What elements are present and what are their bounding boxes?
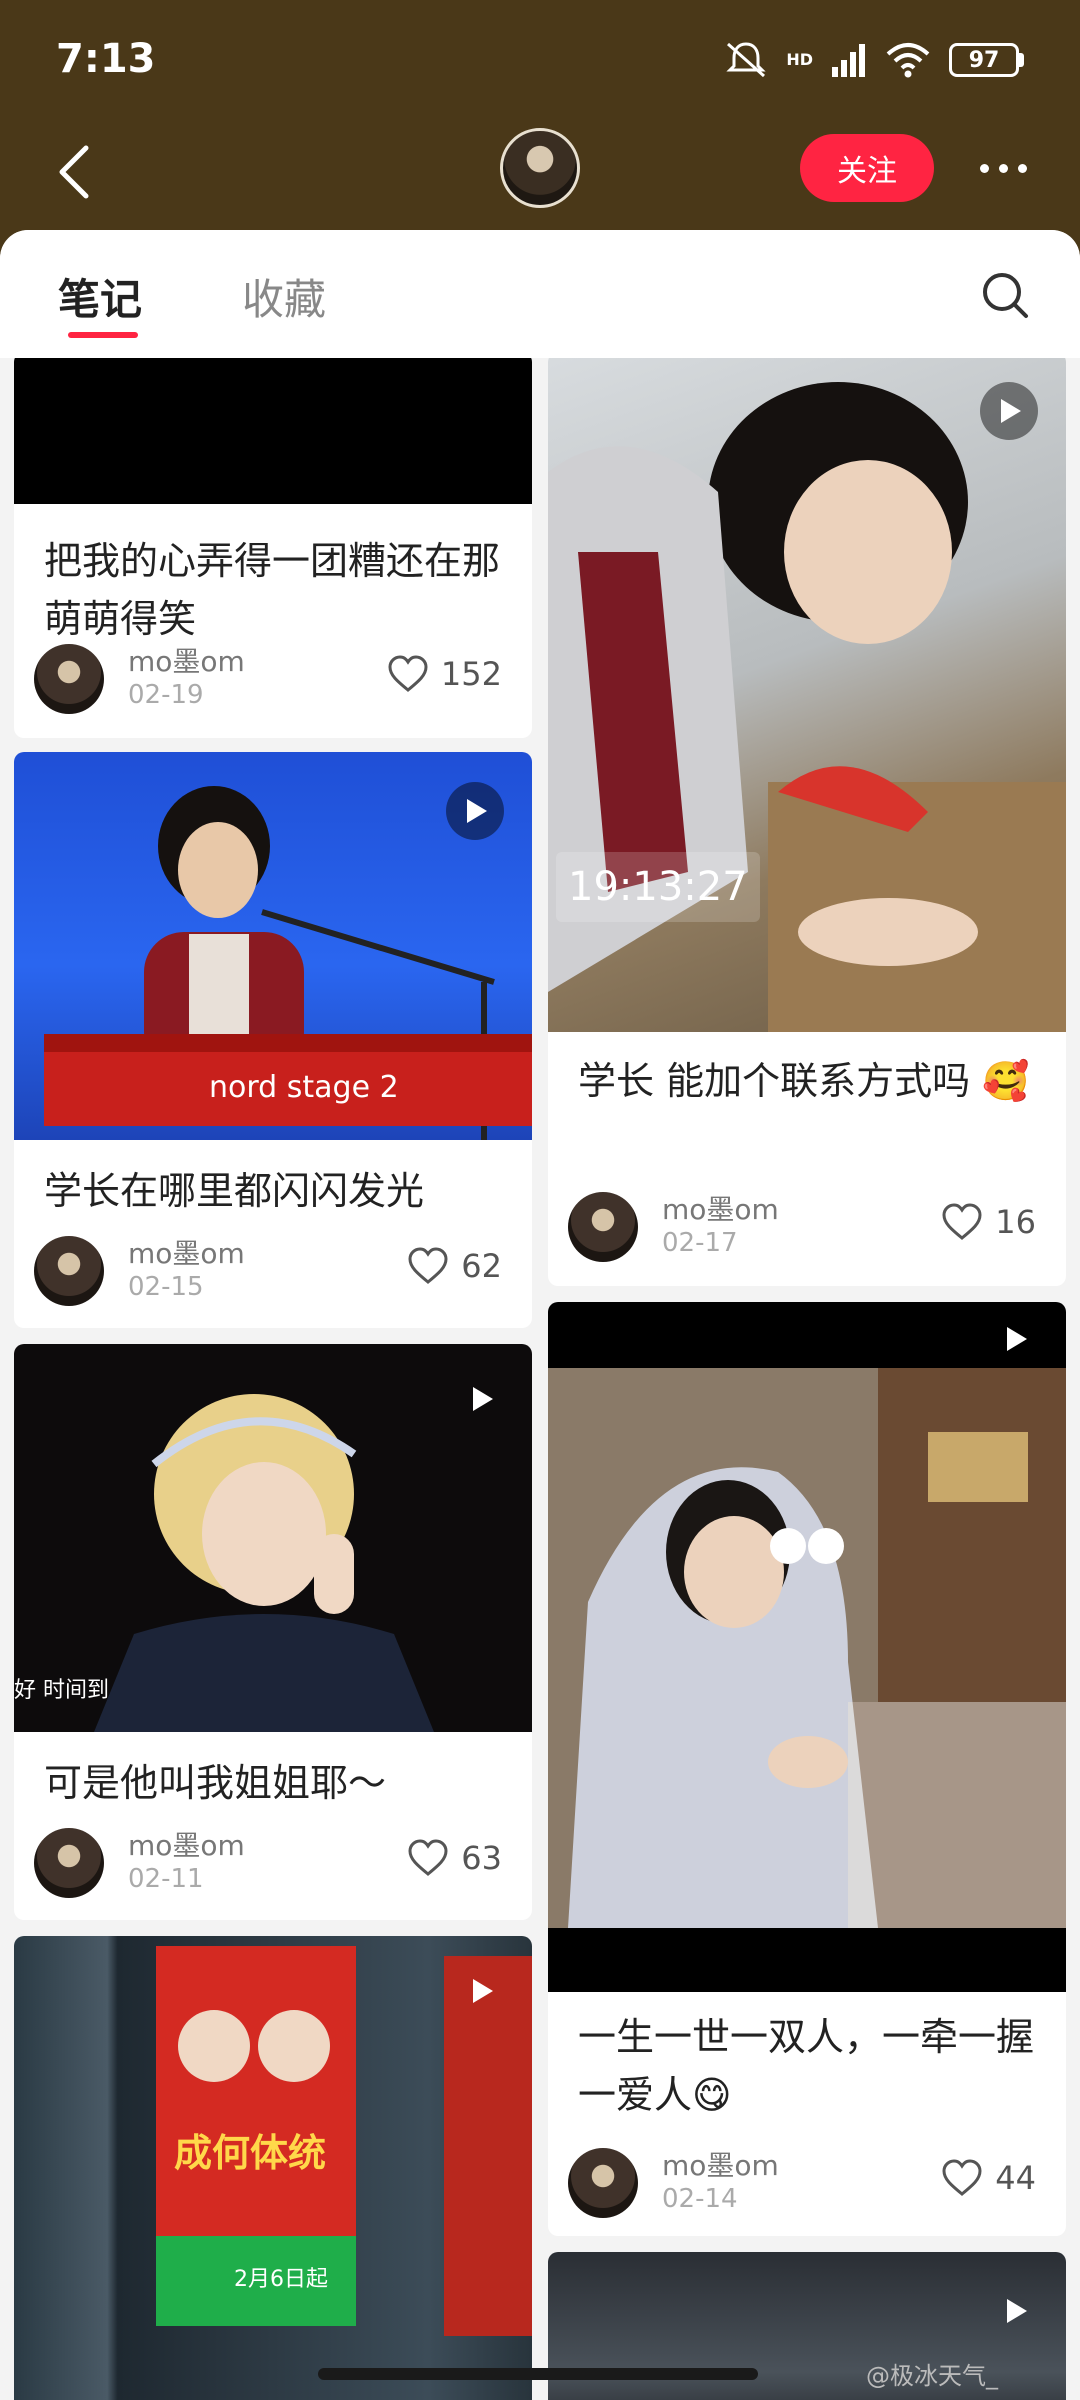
- heart-icon: [408, 1247, 448, 1284]
- content-panel: 笔记 收藏 把我的心弄得一团糟还在那萌萌得笑 mo墨om 02-19 152 n…: [0, 230, 1080, 2400]
- note-card[interactable]: 19:13:27 学长 能加个联系方式吗 🥰 mo墨om 02-17 16: [548, 358, 1066, 1286]
- follow-button[interactable]: 关注: [800, 134, 934, 202]
- like-count: 62: [461, 1247, 502, 1285]
- chevron-left-icon: [59, 145, 89, 199]
- like-button[interactable]: 63: [407, 1838, 502, 1878]
- play-icon: [452, 1962, 510, 2020]
- watermark: @极冰天气_: [866, 2362, 998, 2390]
- heart-icon: [942, 1203, 982, 1240]
- poster-title: 成何体统: [174, 2130, 326, 2175]
- note-card[interactable]: nord stage 2 学长在哪里都闪闪发光 mo墨om 02-15 62: [14, 752, 532, 1328]
- note-cover-image: 成何体统 2月6日起: [14, 1936, 532, 2400]
- author-name: mo墨om: [128, 1829, 245, 1862]
- note-meta: mo墨om 02-11 63: [34, 1828, 512, 1900]
- note-date: 02-17: [662, 1228, 738, 1258]
- author-name: mo墨om: [662, 1193, 779, 1226]
- mute-icon: [726, 42, 766, 78]
- home-indicator[interactable]: [318, 2368, 758, 2380]
- status-icons: HD 97: [724, 40, 1024, 80]
- note-meta: mo墨om 02-15 62: [34, 1236, 512, 1308]
- heart-icon: [942, 2159, 982, 2196]
- person-illustration: [548, 1368, 1066, 1928]
- like-button[interactable]: 44: [941, 2158, 1036, 2198]
- search-icon: [983, 273, 1028, 318]
- note-card[interactable]: 成何体统 2月6日起: [14, 1936, 532, 2400]
- video-caption: 好 时间到: [14, 1678, 109, 1703]
- play-icon: [452, 1370, 510, 1428]
- wifi-icon: [886, 43, 930, 78]
- note-card[interactable]: 一生一世一双人，一牵一握一爱人😋 mo墨om 02-14 44: [548, 1302, 1066, 2236]
- poster-date: 2月6日起: [234, 2267, 328, 2292]
- tab-collections[interactable]: 收藏: [242, 266, 326, 327]
- play-icon: [986, 2282, 1044, 2340]
- more-button[interactable]: [970, 134, 1036, 202]
- battery-level: 97: [949, 43, 1019, 77]
- notes-feed: 把我的心弄得一团糟还在那萌萌得笑 mo墨om 02-19 152 nord st…: [0, 358, 1080, 2400]
- play-icon: [986, 1310, 1044, 1368]
- tab-bar: 笔记 收藏: [0, 230, 1080, 358]
- note-meta: mo墨om 02-19 152: [34, 644, 512, 716]
- network-label: HD: [786, 50, 813, 69]
- note-meta: mo墨om 02-17 16: [568, 1192, 1046, 1264]
- author-avatar: [34, 1236, 104, 1306]
- note-title: 可是他叫我姐姐耶～: [44, 1761, 387, 1805]
- note-card[interactable]: 好 时间到 可是他叫我姐姐耶～ mo墨om 02-11 63: [14, 1344, 532, 1920]
- heart-icon: [408, 1839, 448, 1876]
- note-cover-image: [548, 1302, 1066, 1992]
- author-avatar: [568, 2148, 638, 2218]
- author-name: mo墨om: [662, 2149, 779, 2182]
- author-name: mo墨om: [128, 1237, 245, 1270]
- back-button[interactable]: [44, 132, 104, 212]
- like-button[interactable]: 62: [407, 1246, 502, 1286]
- more-icon: [979, 163, 989, 173]
- billboard-illustration: 成何体统 2月6日起: [156, 1946, 532, 2336]
- note-card[interactable]: 把我的心弄得一团糟还在那萌萌得笑 mo墨om 02-19 152: [14, 358, 532, 738]
- note-cover-image: [14, 358, 532, 504]
- play-icon: [980, 382, 1038, 440]
- status-bar: 7:13 HD 97: [0, 0, 1080, 120]
- avatar[interactable]: [500, 128, 580, 208]
- note-title: 学长在哪里都闪闪发光: [44, 1169, 425, 1213]
- like-button[interactable]: 16: [941, 1202, 1036, 1242]
- note-meta: mo墨om 02-14 44: [568, 2148, 1046, 2220]
- note-title: 把我的心弄得一团糟还在那萌萌得笑: [44, 539, 501, 641]
- note-cover-image: 19:13:27: [548, 358, 1066, 1032]
- note-title: 一生一世一双人，一牵一握一爱人😋: [578, 2015, 1035, 2117]
- video-timestamp: 19:13:27: [556, 852, 760, 922]
- active-tab-indicator: [68, 332, 138, 338]
- heart-icon: [388, 655, 428, 692]
- svg-text:nord stage 2: nord stage 2: [209, 1070, 399, 1105]
- battery-icon: 97: [949, 43, 1024, 77]
- note-title: 学长 能加个联系方式吗 🥰: [578, 1059, 1030, 1103]
- signal-icon: [832, 44, 865, 77]
- author-avatar: [34, 1828, 104, 1898]
- note-date: 02-11: [128, 1864, 204, 1894]
- like-count: 63: [461, 1839, 502, 1877]
- author-avatar: [34, 644, 104, 714]
- play-icon: [446, 782, 504, 840]
- author-avatar: [568, 1192, 638, 1262]
- like-button[interactable]: 152: [387, 654, 502, 694]
- profile-header: 关注: [0, 120, 1080, 230]
- search-button[interactable]: [976, 266, 1036, 326]
- note-date: 02-14: [662, 2184, 738, 2214]
- author-name: mo墨om: [128, 645, 245, 678]
- note-date: 02-15: [128, 1272, 204, 1302]
- person-illustration: [548, 382, 1066, 1032]
- like-count: 44: [995, 2159, 1036, 2197]
- like-count: 152: [440, 655, 502, 693]
- tab-notes[interactable]: 笔记: [58, 266, 142, 327]
- note-date: 02-19: [128, 680, 204, 710]
- like-count: 16: [995, 1203, 1036, 1241]
- status-time: 7:13: [56, 36, 156, 82]
